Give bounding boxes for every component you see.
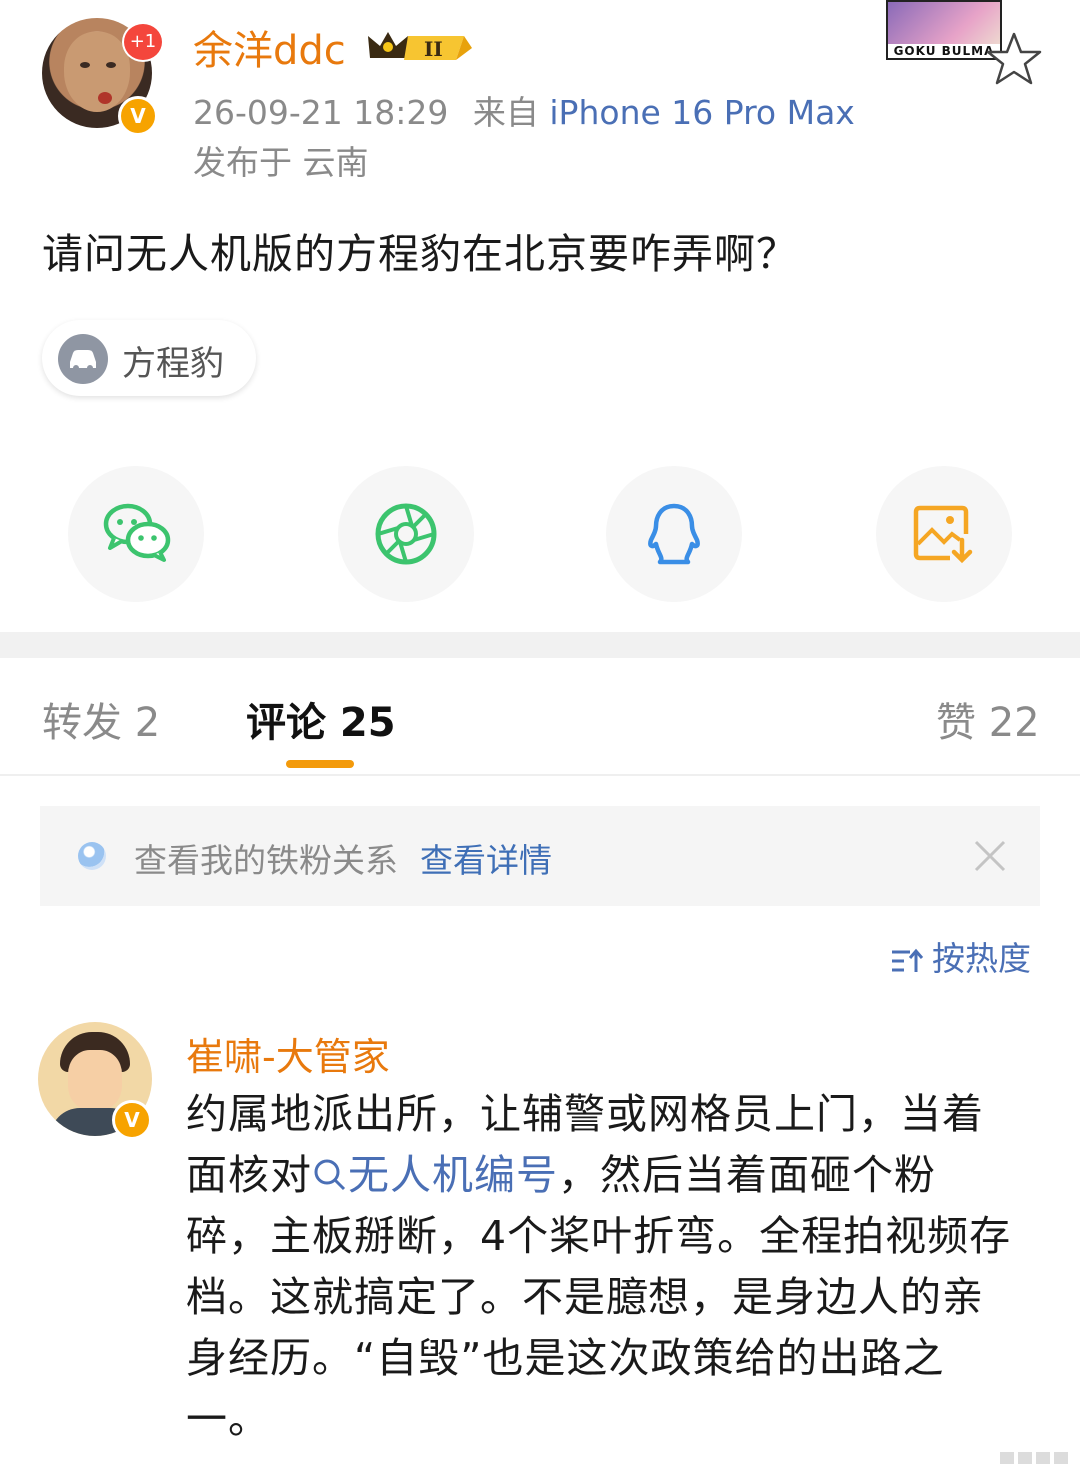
comment-line: 约属地派出所，让辅警或网格员上门，当着 (186, 1090, 984, 1138)
save-image-button[interactable] (876, 466, 1012, 602)
share-wechat-button[interactable] (68, 466, 204, 602)
moments-icon (375, 503, 437, 565)
post-location: 发布于 云南 (193, 143, 369, 182)
sort-label: 按热度 (932, 939, 1031, 978)
comment-line: 碎，主板掰断，4个桨叶折弯。全程拍视频存 (186, 1212, 1012, 1260)
comment-segment: 面核对 (186, 1151, 312, 1199)
comment-line: 档。这就搞定了。不是臆想，是身边人的亲 (186, 1273, 984, 1321)
topic-label: 方程豹 (122, 344, 224, 384)
fan-relationship-bar: 查看我的铁粉关系 查看详情 (40, 806, 1040, 906)
topic-chip[interactable]: 方程豹 (42, 320, 256, 396)
share-qq-button[interactable] (606, 466, 742, 602)
fan-bar-text: 查看我的铁粉关系 (134, 841, 398, 880)
verified-badge: V (118, 96, 158, 136)
close-icon[interactable] (970, 836, 1010, 876)
notification-badge: +1 (122, 22, 164, 62)
rank-crown-icon[interactable]: II (364, 28, 472, 68)
device-link[interactable]: iPhone 16 Pro Max (549, 93, 854, 132)
source-prefix: 来自 (472, 93, 539, 132)
avatar-eye (106, 62, 116, 68)
rank-badge-label: II (424, 37, 443, 61)
comment-line: 面核对 无人机编号，然后当着面砸个粉 (186, 1145, 1046, 1206)
tab-divider (0, 774, 1080, 776)
share-moments-button[interactable] (338, 466, 474, 602)
favorite-star-icon[interactable] (984, 30, 1044, 88)
comment-segment: ，然后当着面砸个粉 (558, 1151, 936, 1199)
save-image-icon (913, 505, 973, 564)
diamond-icon (78, 842, 106, 870)
post-meta: 26-09-21 18:29 来自 iPhone 16 Pro Max (193, 86, 855, 134)
keyword-search-link[interactable]: 无人机编号 (312, 1151, 558, 1199)
post-timestamp: 26-09-21 18:29 (193, 93, 449, 132)
avatar-face (68, 1050, 122, 1110)
author-name[interactable]: 余洋ddc (193, 18, 346, 76)
post-text: 请问无人机版的方程豹在北京要咋弄啊？ (42, 230, 798, 278)
qq-icon (648, 503, 700, 565)
sort-by-heat-button[interactable]: 按热度 (890, 932, 1031, 980)
avatar-eye (80, 62, 90, 68)
wechat-icon (103, 503, 171, 562)
commenter-name[interactable]: 崔啸-大管家 (186, 1026, 390, 1081)
view-details-link[interactable]: 查看详情 (420, 834, 552, 882)
comment-line: 身经历。“自毁”也是这次政策给的出路之 (186, 1334, 945, 1382)
keyword-label: 无人机编号 (348, 1151, 558, 1199)
sort-icon (892, 948, 924, 972)
active-tab-indicator (286, 760, 354, 768)
avatar-mouth (98, 92, 112, 104)
comment-line: 一。 (186, 1395, 270, 1443)
watermark-dots (1000, 1452, 1068, 1464)
avatar-face (64, 32, 130, 112)
tab-likes[interactable]: 赞 22 (936, 690, 1040, 748)
car-icon (58, 334, 108, 384)
section-divider (0, 632, 1080, 658)
comment-text: 约属地派出所，让辅警或网格员上门，当着 面核对 无人机编号，然后当着面砸个粉 碎，… (186, 1084, 1046, 1450)
search-icon (314, 1159, 346, 1191)
tab-comments[interactable]: 评论 25 (246, 690, 396, 748)
tab-repost[interactable]: 转发 2 (42, 690, 160, 748)
verified-badge: V (112, 1100, 152, 1140)
